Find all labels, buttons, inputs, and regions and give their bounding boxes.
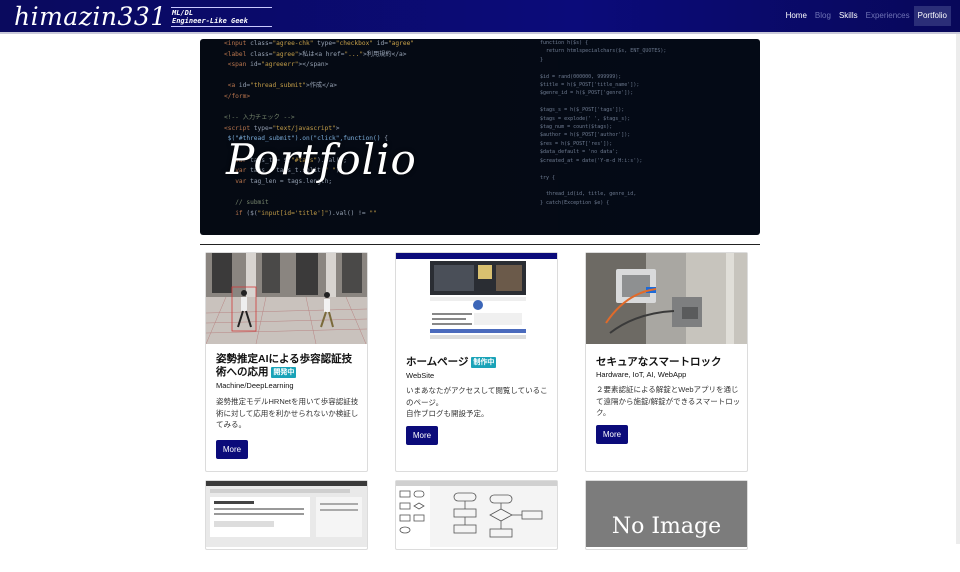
top-navbar: himazin331 ML/DL Engineer-Like Geek Home… (0, 0, 960, 34)
card-body: ホームページ 制作中 WebSite いまあなたがアクセスして閲覧しているこのペ… (406, 356, 551, 420)
nav-item-experiences[interactable]: Experiences (862, 6, 914, 26)
brand-tagline-line2: Engineer-Like Geek (172, 17, 248, 25)
hero-banner: <input class="agree-chk" type="checkbox"… (200, 39, 760, 235)
portfolio-card-smart-lock: セキュアなスマートロック Hardware, IoT, AI, WebApp ２… (585, 252, 748, 472)
portfolio-card-homepage: ホームページ 制作中 WebSite いまあなたがアクセスして閲覧しているこのペ… (395, 252, 558, 472)
nav-item-home[interactable]: Home (782, 6, 811, 26)
status-badge: 開発中 (271, 367, 297, 378)
portfolio-card-bottom-2 (395, 480, 558, 550)
nav-item-blog[interactable]: Blog (811, 6, 835, 26)
no-image-placeholder: No Image (586, 481, 747, 547)
portfolio-card-bottom-3: No Image (585, 480, 748, 550)
card-title[interactable]: 姿勢推定AIによる歩容認証技術への応用 開発中 (216, 353, 361, 379)
card-category: Hardware, IoT, AI, WebApp (596, 370, 687, 379)
brand-tagline-line1: ML/DL (172, 9, 194, 17)
page-scrollbar[interactable] (956, 34, 960, 544)
card-image-homepage (396, 253, 557, 344)
brand-logo[interactable]: himazin331 (14, 2, 167, 32)
more-button[interactable]: More (216, 440, 248, 459)
card-body: セキュアなスマートロック Hardware, IoT, AI, WebApp ２… (596, 356, 741, 419)
card-body: 姿勢推定AIによる歩容認証技術への応用 開発中 Machine/DeepLear… (216, 353, 361, 431)
portfolio-card-bottom-1 (205, 480, 368, 550)
card-category: WebSite (406, 371, 435, 380)
card-description: ２要素認証による解錠とWebアプリを通じて遠隔から施錠/解錠ができるスマートロッ… (596, 385, 741, 417)
status-badge: 制作中 (471, 357, 497, 368)
nav-menu: Home Blog Skills Experiences Portfolio (782, 6, 951, 26)
page-title: Portfolio (226, 135, 417, 184)
card-image-gait (206, 253, 367, 344)
card-title[interactable]: ホームページ 制作中 (406, 356, 551, 369)
portfolio-card-gait-recognition: 姿勢推定AIによる歩容認証技術への応用 開発中 Machine/DeepLear… (205, 252, 368, 472)
more-button[interactable]: More (596, 425, 628, 444)
nav-item-portfolio[interactable]: Portfolio (913, 6, 951, 26)
section-divider (200, 244, 760, 245)
card-category: Machine/DeepLearning (216, 381, 294, 390)
brand-tagline: ML/DL Engineer-Like Geek (171, 7, 272, 27)
nav-item-skills[interactable]: Skills (835, 6, 862, 26)
card-image-smartlock (586, 253, 747, 344)
more-button[interactable]: More (406, 426, 438, 445)
card-image-webapp-screenshot (206, 481, 367, 572)
card-title-text: ホームページ (406, 356, 469, 368)
card-image-flowchart (396, 481, 557, 572)
card-title[interactable]: セキュアなスマートロック (596, 356, 741, 369)
card-description: 姿勢推定モデルHRNetを用いて歩容認証技術に対して応用を利かせられないか検証し… (216, 397, 359, 429)
card-description: いまあなたがアクセスして閲覧しているこのページ。 自作ブログも開設予定。 (406, 386, 548, 418)
